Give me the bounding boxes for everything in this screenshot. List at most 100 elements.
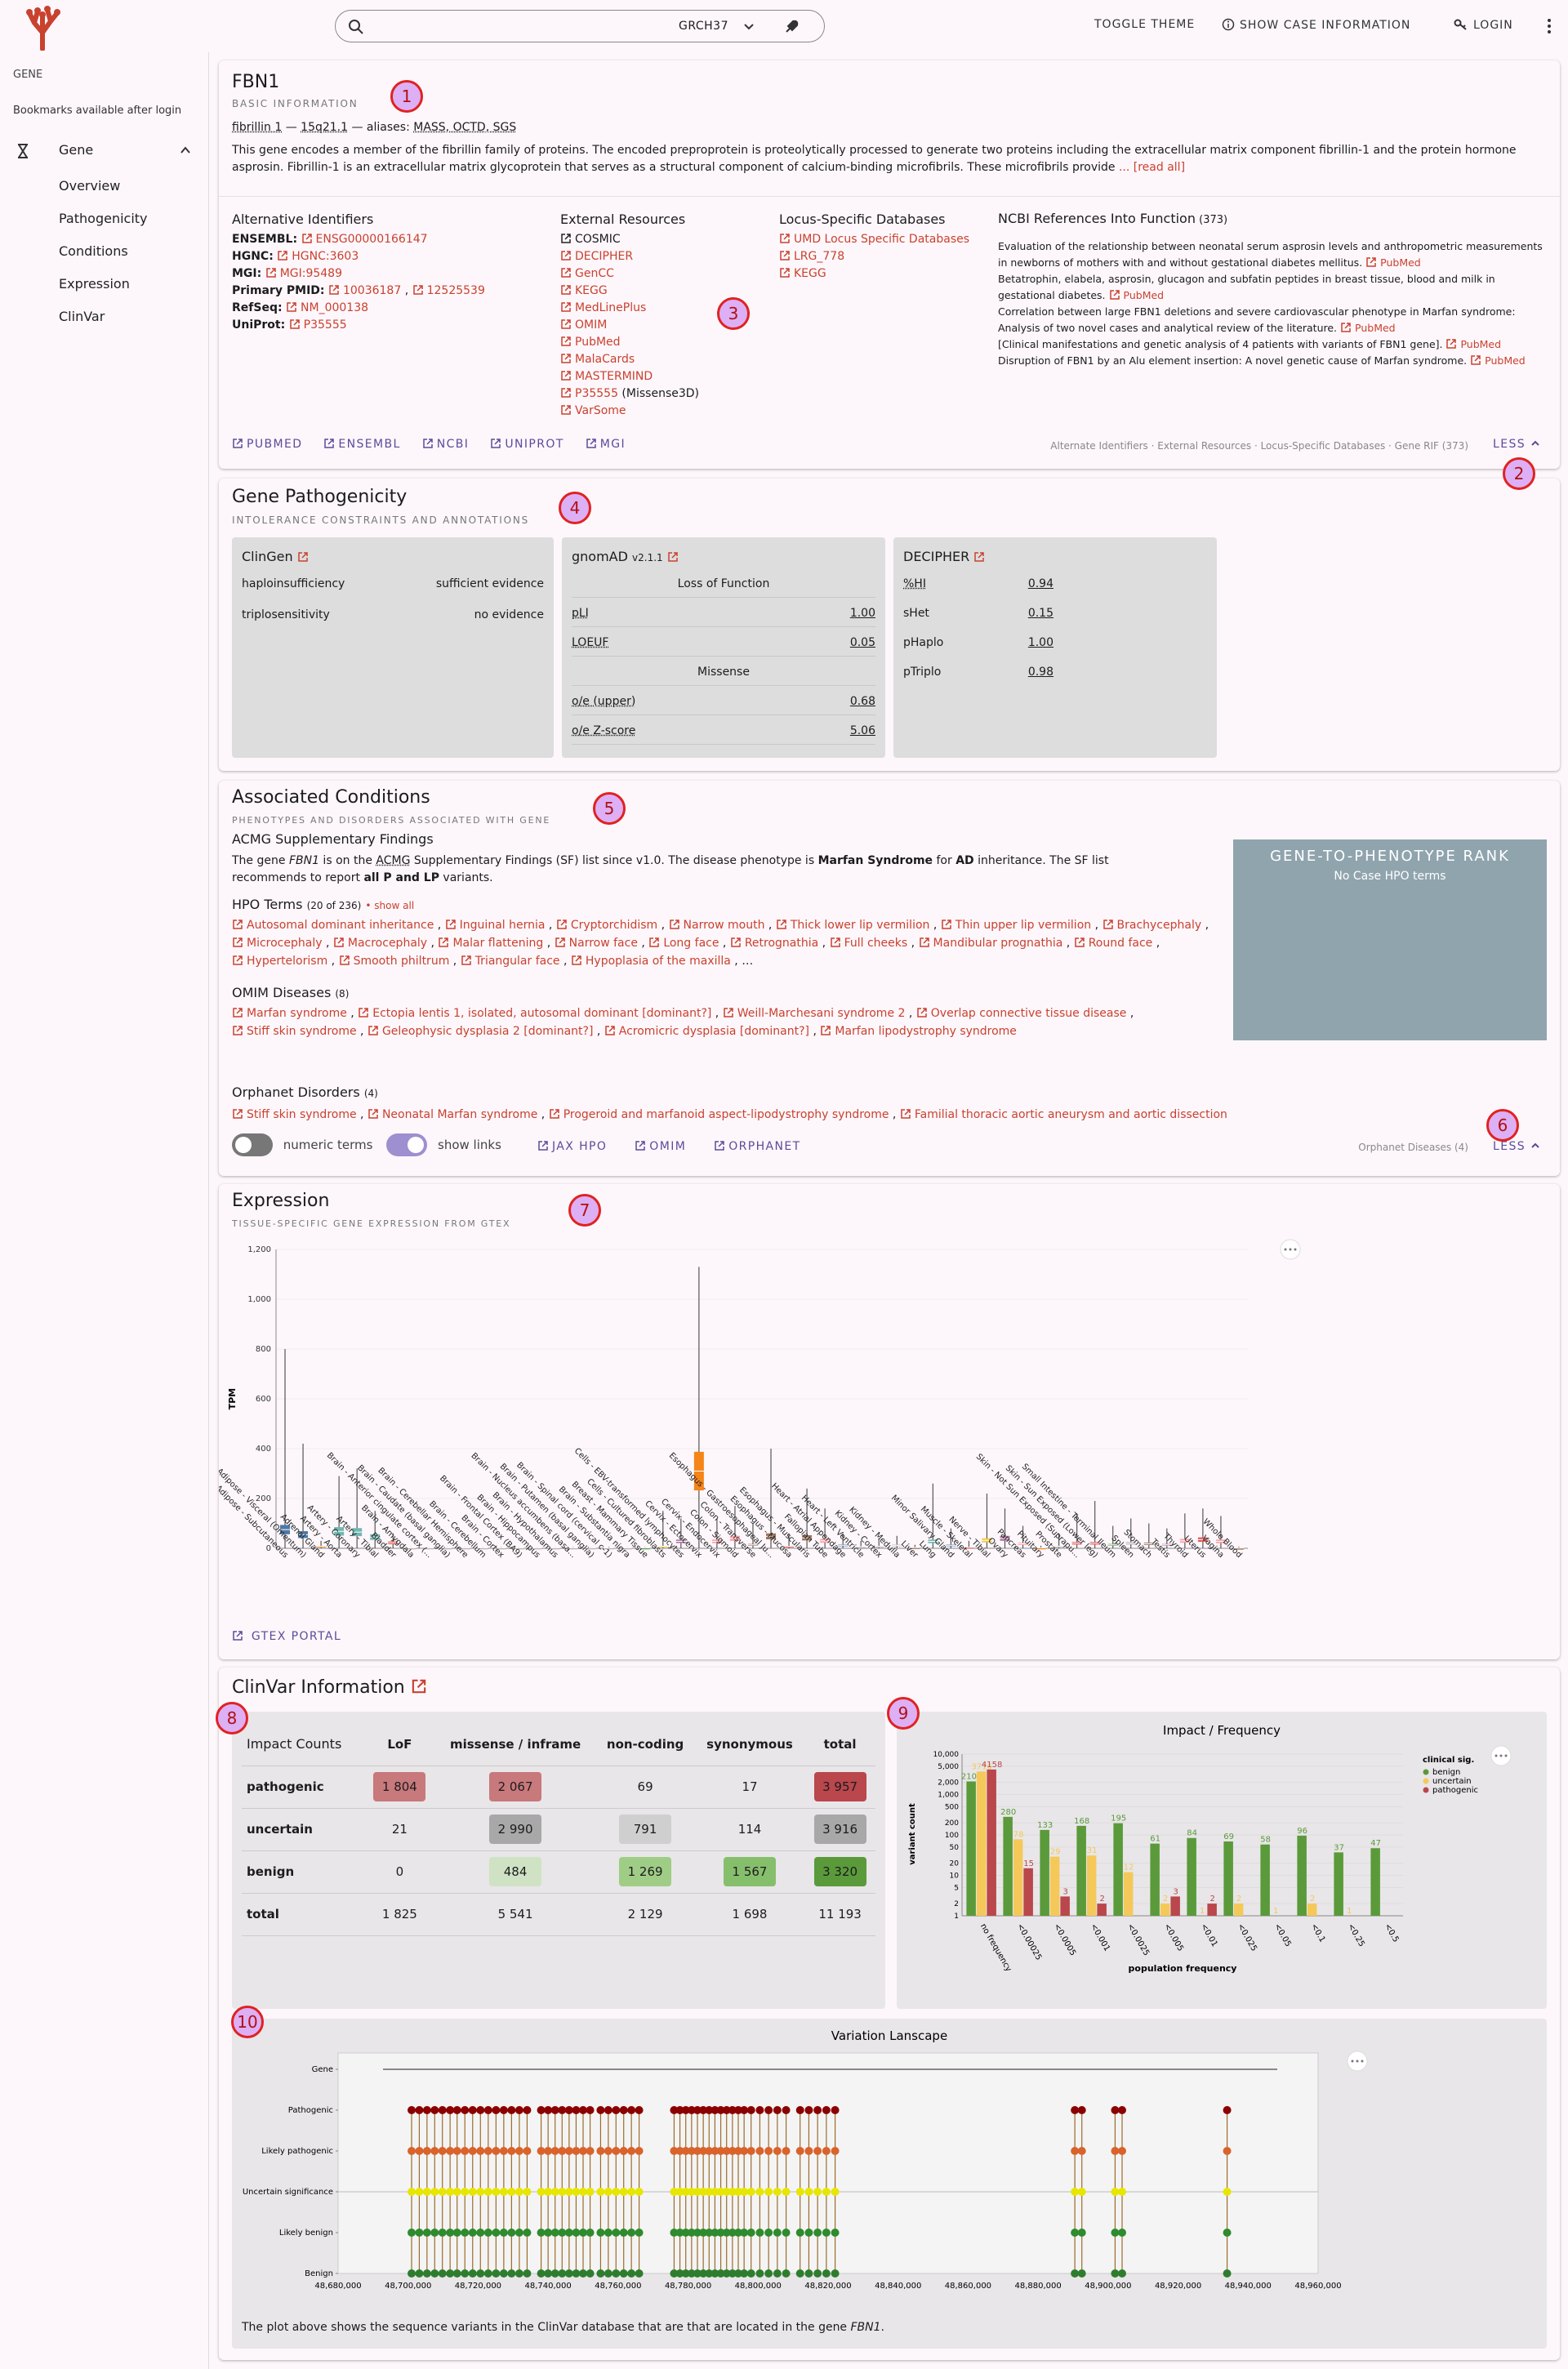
variant-dot[interactable] xyxy=(1111,2106,1120,2114)
term-link[interactable]: Inguinal hernia xyxy=(460,919,546,932)
variant-dot[interactable] xyxy=(550,2147,559,2155)
variant-dot[interactable] xyxy=(564,2106,573,2114)
variant-dot[interactable] xyxy=(499,2106,508,2114)
variant-dot[interactable] xyxy=(635,2269,644,2278)
ext-resource-link[interactable]: PubMed xyxy=(575,336,621,349)
variant-dot[interactable] xyxy=(612,2188,621,2196)
variant-dot[interactable] xyxy=(438,2106,447,2114)
variant-dot[interactable] xyxy=(604,2147,612,2155)
show-links-toggle[interactable] xyxy=(386,1133,428,1156)
chart-menu-icon[interactable] xyxy=(1490,1745,1512,1766)
variant-dot[interactable] xyxy=(537,2147,546,2155)
variant-dot[interactable] xyxy=(782,2229,791,2237)
term-link[interactable]: Triangular face xyxy=(475,955,560,968)
term-item[interactable]: Stiff skin syndrome xyxy=(232,1025,357,1038)
variant-dot[interactable] xyxy=(483,2269,492,2278)
variant-dot[interactable] xyxy=(755,2106,764,2114)
variant-dot[interactable] xyxy=(579,2229,587,2237)
term-item[interactable]: Marfan syndrome xyxy=(232,1007,347,1020)
bar-benign[interactable] xyxy=(1150,1843,1160,1916)
variant-dot[interactable] xyxy=(507,2188,516,2196)
variant-dot[interactable] xyxy=(550,2229,559,2237)
basic-external-link[interactable]: MGI xyxy=(586,438,626,451)
open-in-new-icon[interactable] xyxy=(297,551,309,563)
ext-resource-link[interactable]: MalaCards xyxy=(575,353,635,366)
variant-dot[interactable] xyxy=(483,2229,492,2237)
variant-dot[interactable] xyxy=(461,2229,470,2237)
variant-dot[interactable] xyxy=(507,2147,516,2155)
ext-resource-item[interactable]: MASTERMIND xyxy=(560,368,773,385)
term-item[interactable]: Geleophysic dysplasia 2 [dominant?] xyxy=(368,1025,593,1038)
variant-dot[interactable] xyxy=(550,2269,559,2278)
ext-resource-link[interactable]: OMIM xyxy=(575,318,607,332)
variant-dot[interactable] xyxy=(635,2106,644,2114)
variant-dot[interactable] xyxy=(408,2188,416,2196)
bar-pathogenic[interactable] xyxy=(1023,1868,1033,1916)
variant-dot[interactable] xyxy=(831,2106,840,2114)
term-link[interactable]: Hypoplasia of the maxilla xyxy=(586,955,731,968)
term-link[interactable]: Cryptorchidism xyxy=(571,919,657,932)
term-item[interactable]: Full cheeks xyxy=(830,937,907,950)
variant-dot[interactable] xyxy=(1077,2229,1086,2237)
term-link[interactable]: Mandibular prognathia xyxy=(933,937,1063,950)
variant-dot[interactable] xyxy=(586,2229,595,2237)
bar-uncertain[interactable] xyxy=(1307,1904,1317,1916)
variant-dot[interactable] xyxy=(523,2147,532,2155)
variant-dot[interactable] xyxy=(1118,2269,1126,2278)
variant-dot[interactable] xyxy=(452,2269,461,2278)
term-item[interactable]: Autosomal dominant inheritance xyxy=(232,919,434,932)
pmid-link[interactable]: 12525539 xyxy=(427,284,485,297)
toggle-theme-button[interactable]: TOGGLE THEME xyxy=(1094,18,1195,31)
term-link[interactable]: Acromicric dysplasia [dominant?] xyxy=(619,1025,809,1038)
variant-dot[interactable] xyxy=(499,2147,508,2155)
chart-menu-icon[interactable] xyxy=(1280,1239,1301,1260)
variant-dot[interactable] xyxy=(408,2106,416,2114)
variant-dot[interactable] xyxy=(755,2147,764,2155)
pmid-link[interactable]: 10036187 xyxy=(343,284,401,297)
term-item[interactable]: Narrow mouth xyxy=(669,919,764,932)
variant-dot[interactable] xyxy=(492,2269,501,2278)
variant-dot[interactable] xyxy=(446,2188,455,2196)
variant-dot[interactable] xyxy=(627,2269,636,2278)
variant-dot[interactable] xyxy=(499,2229,508,2237)
variant-dot[interactable] xyxy=(572,2188,581,2196)
variant-dot[interactable] xyxy=(572,2229,581,2237)
chart-menu-icon[interactable] xyxy=(1347,2051,1368,2072)
variant-dot[interactable] xyxy=(446,2106,455,2114)
variant-dot[interactable] xyxy=(461,2188,470,2196)
bar-benign[interactable] xyxy=(1113,1823,1123,1916)
variant-dot[interactable] xyxy=(492,2229,501,2237)
variant-dot[interactable] xyxy=(514,2229,523,2237)
variant-dot[interactable] xyxy=(476,2188,485,2196)
term-link[interactable]: Malar flattening xyxy=(452,937,543,950)
condition-external-link[interactable]: ORPHANET xyxy=(714,1140,800,1153)
variant-dot[interactable] xyxy=(523,2229,532,2237)
variant-dot[interactable] xyxy=(558,2188,567,2196)
variant-dot[interactable] xyxy=(764,2269,773,2278)
term-link[interactable]: Stiff skin syndrome xyxy=(247,1025,357,1038)
variant-dot[interactable] xyxy=(795,2269,804,2278)
variant-dot[interactable] xyxy=(452,2229,461,2237)
variant-dot[interactable] xyxy=(1077,2106,1086,2114)
variant-dot[interactable] xyxy=(764,2106,773,2114)
term-link[interactable]: Brachycephaly xyxy=(1117,919,1202,932)
variant-dot[interactable] xyxy=(596,2106,605,2114)
variant-dot[interactable] xyxy=(514,2106,523,2114)
variant-dot[interactable] xyxy=(604,2188,612,2196)
variant-dot[interactable] xyxy=(415,2269,424,2278)
variant-dot[interactable] xyxy=(476,2106,485,2114)
term-link[interactable]: Long face xyxy=(663,937,719,950)
variant-dot[interactable] xyxy=(596,2147,605,2155)
open-in-new-icon[interactable] xyxy=(411,1678,427,1694)
variant-dot[interactable] xyxy=(438,2229,447,2237)
variant-dot[interactable] xyxy=(483,2106,492,2114)
ext-resource-item[interactable]: GenCC xyxy=(560,265,773,283)
variant-dot[interactable] xyxy=(415,2229,424,2237)
sidebar-item-expression[interactable]: Expression xyxy=(59,276,130,292)
variant-dot[interactable] xyxy=(564,2188,573,2196)
variant-dot[interactable] xyxy=(831,2269,840,2278)
open-in-new-icon[interactable] xyxy=(667,551,679,563)
variant-dot[interactable] xyxy=(627,2147,636,2155)
variant-dot[interactable] xyxy=(1118,2188,1126,2196)
term-link[interactable]: Weill-Marchesani syndrome 2 xyxy=(737,1007,906,1020)
